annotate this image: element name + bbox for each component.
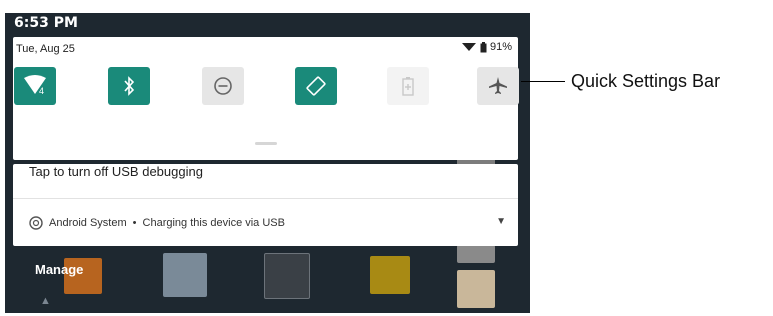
bluetooth-icon bbox=[124, 76, 135, 96]
app-icon-voice[interactable] bbox=[370, 256, 410, 294]
tile-battery-saver[interactable] bbox=[387, 67, 429, 105]
airplane-mode-icon bbox=[489, 77, 507, 94]
tile-auto-rotate[interactable] bbox=[295, 67, 337, 105]
chevron-up-icon[interactable]: ▲ bbox=[40, 295, 51, 307]
android-system-icon bbox=[29, 216, 43, 230]
notification-separator: • bbox=[132, 217, 137, 229]
usb-notification[interactable]: Tap to turn off USB debugging Android Sy… bbox=[13, 164, 518, 246]
notification-title: Tap to turn off USB debugging bbox=[29, 164, 203, 179]
notification-message: Charging this device via USB bbox=[142, 217, 285, 229]
quick-settings-panel: Tue, Aug 25 91% 4 bbox=[13, 37, 519, 160]
battery-saver-icon bbox=[402, 77, 414, 96]
app-icon-strip bbox=[457, 245, 495, 263]
qs-date[interactable]: Tue, Aug 25 bbox=[16, 43, 75, 55]
notification-app: Android System bbox=[49, 217, 127, 229]
tile-airplane-mode[interactable] bbox=[477, 67, 519, 105]
wifi-badge: 4 bbox=[39, 86, 44, 96]
app-icon-folder[interactable] bbox=[163, 253, 207, 297]
battery-percent: 91% bbox=[489, 41, 512, 53]
wifi-signal-icon bbox=[461, 43, 476, 51]
notification-row[interactable]: Android System • Charging this device vi… bbox=[29, 216, 285, 230]
wifi-icon: 4 bbox=[24, 75, 46, 96]
tile-do-not-disturb[interactable] bbox=[202, 67, 244, 105]
app-icon-tools[interactable] bbox=[264, 253, 310, 299]
status-bar: 6:53 PM bbox=[5, 13, 530, 35]
device-screen: ▲ 6:53 PM Tue, Aug 25 91% 4 Tap to turn … bbox=[5, 13, 530, 313]
manage-button[interactable]: Manage bbox=[35, 262, 83, 277]
status-time: 6:53 PM bbox=[14, 15, 78, 31]
tile-bluetooth[interactable] bbox=[108, 67, 150, 105]
panel-drag-handle[interactable] bbox=[255, 142, 277, 145]
tile-wifi[interactable]: 4 bbox=[14, 67, 56, 105]
auto-rotate-icon bbox=[306, 76, 326, 96]
chevron-down-icon[interactable]: ▼ bbox=[496, 216, 506, 227]
battery-icon bbox=[480, 41, 487, 52]
qs-status-icons: 91% bbox=[461, 41, 512, 53]
notification-divider bbox=[13, 198, 518, 199]
app-icon-mail[interactable] bbox=[457, 270, 495, 308]
do-not-disturb-icon bbox=[214, 77, 232, 95]
callout-label: Quick Settings Bar bbox=[571, 71, 721, 91]
callout-line bbox=[521, 81, 565, 82]
